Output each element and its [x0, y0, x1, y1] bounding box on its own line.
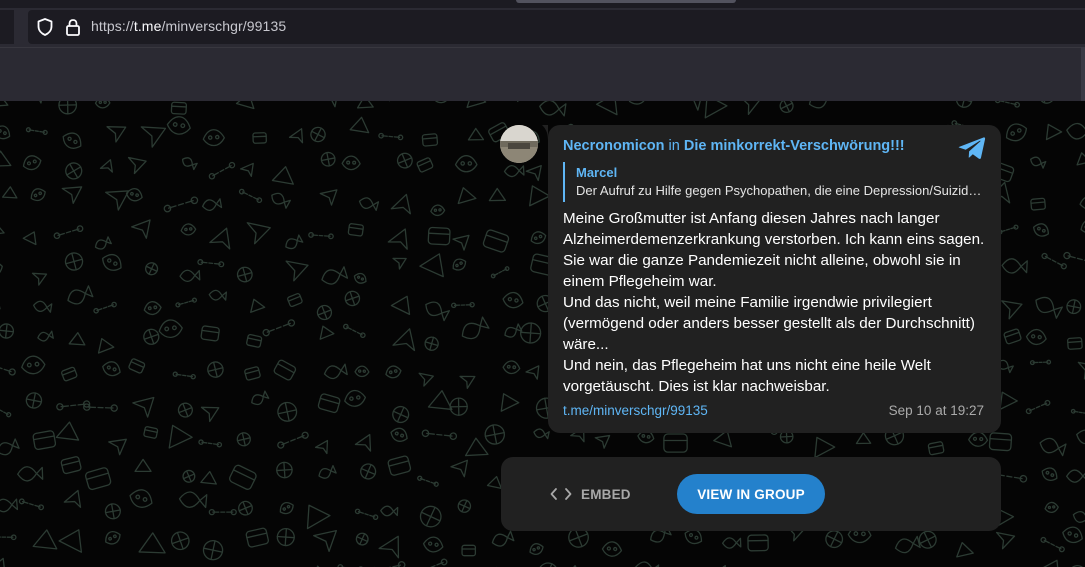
avatar[interactable]: [500, 125, 538, 163]
lock-icon[interactable]: [64, 17, 82, 37]
embed-label: EMBED: [581, 486, 631, 502]
telegram-icon[interactable]: [958, 136, 986, 160]
message-body: Meine Großmutter ist Anfang diesen Jahre…: [563, 210, 985, 395]
shield-icon[interactable]: [36, 17, 54, 37]
author-name[interactable]: Necronomicon: [563, 138, 665, 154]
in-word: in: [668, 138, 680, 154]
message-text: Meine Großmutter ist Anfang diesen Jahre…: [563, 208, 988, 397]
reply-text: Der Aufruf zu Hilfe gegen Psychopathen, …: [576, 183, 984, 198]
url-path: /minverschgr/99135: [161, 18, 287, 34]
post-link[interactable]: t.me/minverschgr/99135: [563, 403, 708, 418]
url-host: t.me: [133, 18, 162, 34]
active-tab[interactable]: [516, 0, 736, 3]
reply-preview[interactable]: Marcel Der Aufruf zu Hilfe gegen Psychop…: [563, 162, 984, 202]
url-bar-edge: [0, 10, 14, 44]
code-icon: [550, 488, 572, 500]
url-scheme: https://: [91, 18, 134, 34]
url-text[interactable]: https://t.me/minverschgr/99135: [91, 18, 286, 34]
embed-button[interactable]: EMBED: [550, 484, 631, 504]
view-in-group-button[interactable]: VIEW IN GROUP: [677, 474, 825, 514]
browser-chrome: https://t.me/minverschgr/99135: [0, 0, 1085, 101]
reply-author: Marcel: [576, 165, 618, 180]
post-date[interactable]: Sep 10 at 19:27: [860, 403, 984, 418]
message-header: Necronomicon in Die minkorrekt-Verschwör…: [563, 138, 905, 154]
scrollbar[interactable]: [1081, 47, 1085, 101]
view-in-group-label: VIEW IN GROUP: [697, 486, 805, 502]
toolbar-area: [0, 47, 1085, 101]
group-name[interactable]: Die minkorrekt-Verschwörung!!!: [684, 138, 905, 154]
